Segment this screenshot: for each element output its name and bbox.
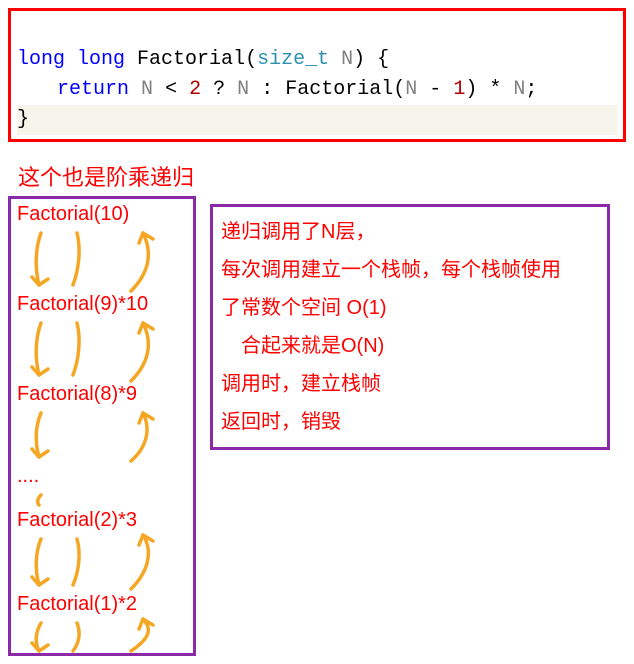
- space: [329, 48, 341, 71]
- explain-line: 合起来就是O(N): [221, 327, 599, 365]
- space: [225, 78, 237, 101]
- code-type-keyword: long long: [17, 48, 125, 71]
- space: [129, 78, 141, 101]
- op: ?: [213, 78, 225, 101]
- lower-section: Factorial(10) Factorial(9)*10 Factorial(…: [8, 196, 626, 656]
- arrows-overlay: [11, 199, 196, 656]
- recursion-step: Factorial(10): [17, 203, 129, 226]
- paren: (: [245, 48, 257, 71]
- code-fn: Factorial: [137, 48, 245, 71]
- ident: N: [405, 78, 417, 101]
- caption: 这个也是阶乘递归: [18, 160, 626, 192]
- semi: ;: [525, 78, 537, 101]
- space: [441, 78, 453, 101]
- explain-line: 返回时，销毁: [221, 403, 599, 441]
- recursion-diagram: Factorial(10) Factorial(9)*10 Factorial(…: [8, 196, 196, 656]
- space: [249, 78, 261, 101]
- space: [153, 78, 165, 101]
- space: [417, 78, 429, 101]
- space: [501, 78, 513, 101]
- explain-line: 每次调用建立一个栈帧，每个栈帧使用: [221, 251, 599, 289]
- recursion-step: Factorial(9)*10: [17, 293, 148, 316]
- recursion-step: Factorial(1)*2: [17, 593, 137, 616]
- explain-line: 递归调用了N层，: [221, 213, 599, 251]
- ident: N: [513, 78, 525, 101]
- recursion-step: ....: [17, 465, 39, 488]
- op: -: [429, 78, 441, 101]
- space: [177, 78, 189, 101]
- param-name: N: [341, 48, 353, 71]
- num: 2: [189, 78, 201, 101]
- brace: }: [17, 105, 617, 135]
- param-type: size_t: [257, 48, 329, 71]
- space: [477, 78, 489, 101]
- explanation-box: 递归调用了N层， 每次调用建立一个栈帧，每个栈帧使用 了常数个空间 O(1) 合…: [210, 204, 610, 450]
- op: <: [165, 78, 177, 101]
- brace: {: [365, 48, 389, 71]
- recursion-step: Factorial(2)*3: [17, 509, 137, 532]
- num: 1: [453, 78, 465, 101]
- code-block: long long Factorial(size_t N) { return N…: [8, 8, 626, 142]
- paren: (: [393, 78, 405, 101]
- recursion-step: Factorial(8)*9: [17, 383, 137, 406]
- ident: N: [237, 78, 249, 101]
- explain-line: 调用时，建立栈帧: [221, 365, 599, 403]
- space: [201, 78, 213, 101]
- paren: ): [353, 48, 365, 71]
- op: *: [489, 78, 501, 101]
- space: [273, 78, 285, 101]
- code-fn: Factorial: [285, 78, 393, 101]
- space: [125, 48, 137, 71]
- explain-line: 了常数个空间 O(1): [221, 289, 599, 327]
- ident: N: [141, 78, 153, 101]
- paren: ): [465, 78, 477, 101]
- return-kw: return: [57, 78, 129, 101]
- op: :: [261, 78, 273, 101]
